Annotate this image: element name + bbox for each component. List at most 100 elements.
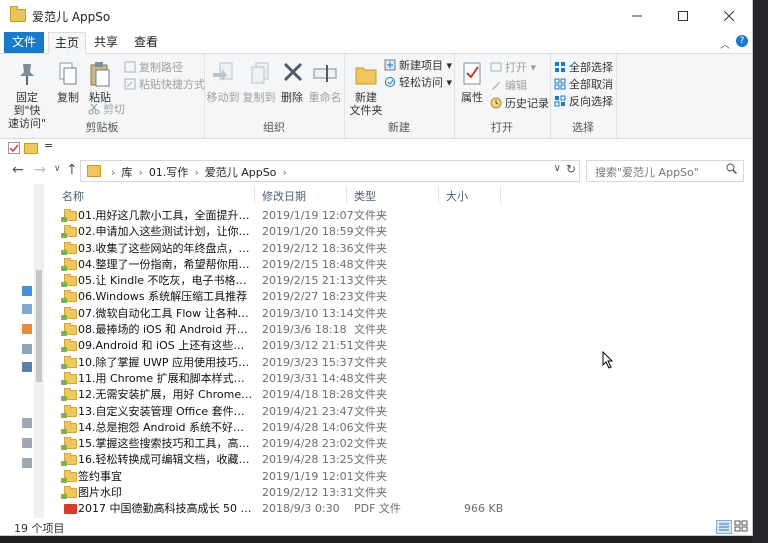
qat-dropdown[interactable]: =: [44, 139, 53, 152]
new-item-button[interactable]: 新建项目 ▾: [384, 58, 452, 74]
rename-button[interactable]: 重命名: [308, 60, 342, 104]
history-button[interactable]: 历史记录: [490, 96, 549, 112]
desktop-nav-icon[interactable]: [22, 286, 32, 296]
help-icon[interactable]: ?: [736, 35, 748, 47]
file-name: 10.除了掌握 UWP 应用使用技巧，还有...: [78, 355, 254, 369]
open-icon: [490, 61, 502, 73]
tab-share[interactable]: 共享: [88, 32, 124, 53]
file-row[interactable]: 12.无需安装扩展，用好 Chrome 自带截... 2019/4/18 18:2…: [56, 387, 752, 403]
maximize-button[interactable]: [660, 0, 706, 32]
column-divider[interactable]: [346, 186, 347, 204]
file-name: 02.申请加入这些测试计划，让你提前享...: [78, 225, 254, 239]
breadcrumb-item[interactable]: 爱范儿 AppSo: [205, 166, 277, 179]
pictures-nav-icon[interactable]: [22, 344, 32, 354]
edit-button[interactable]: 编辑: [490, 78, 527, 94]
drive-nav-icon[interactable]: [22, 458, 32, 468]
new-folder-small-icon[interactable]: [24, 143, 38, 154]
file-date: 2019/3/12 21:51: [262, 339, 354, 353]
forward-arrow-icon[interactable]: →: [34, 162, 46, 178]
search-box[interactable]: 搜索"爱范儿 AppSo": [586, 160, 744, 182]
select-none-button[interactable]: 全部取消: [554, 77, 613, 93]
drive-nav-icon[interactable]: [22, 418, 32, 428]
paste-shortcut-button[interactable]: 粘贴快捷方式: [124, 77, 205, 93]
file-row[interactable]: 2017 中国德勤高科技高成长 50 强报告... 2018/9/3 0:30 PD…: [56, 501, 752, 517]
file-row[interactable]: 08.最捧场的 iOS 和 Android 开发者，... 2019/3/6 18…: [56, 322, 752, 338]
music-nav-icon[interactable]: [22, 324, 32, 334]
file-row[interactable]: 16.轻松转换成可编辑文档，收藏这四款... 2019/4/28 13:25文件夹: [56, 452, 752, 468]
column-size[interactable]: 大小: [446, 188, 468, 204]
file-row[interactable]: 06.Windows 系统解压缩工具推荐 2019/2/27 18:23 文件夹: [56, 289, 752, 305]
file-row[interactable]: 14.总是抱怨 Android 系统不好用? 尝试... 2019/4/28 14…: [56, 420, 752, 436]
file-row[interactable]: 07.微软自动化工具 Flow 让各种工作流... 2019/3/10 13:14…: [56, 306, 752, 322]
minimize-button[interactable]: [614, 0, 660, 32]
group-label-organize: 组织: [263, 121, 285, 134]
title-bar[interactable]: 爱范儿 AppSo: [0, 0, 752, 32]
invert-selection-button[interactable]: 反向选择: [554, 94, 613, 110]
videos-nav-icon[interactable]: [22, 362, 32, 372]
tab-file[interactable]: 文件: [4, 32, 44, 53]
file-row[interactable]: 11.用 Chrome 扩展和脚本样式改进 bili... 2019/3/31 1…: [56, 371, 752, 387]
file-row[interactable]: 02.申请加入这些测试计划，让你提前享... 2019/1/20 18:59文件夹: [56, 224, 752, 240]
address-bar[interactable]: › 库 › 01.写作 › 爱范儿 AppSo › ∨ ↻: [80, 160, 580, 182]
breadcrumb-item[interactable]: 01.写作: [149, 166, 189, 179]
move-to-button[interactable]: 移动到: [206, 60, 240, 104]
refresh-icon[interactable]: ↻: [566, 162, 576, 176]
recent-locations-icon[interactable]: ∨: [54, 164, 61, 174]
folder-icon: [61, 209, 77, 222]
back-arrow-icon[interactable]: ←: [12, 162, 24, 178]
copy-to-button[interactable]: 复制到: [242, 60, 276, 104]
file-type: 文件夹: [354, 339, 387, 353]
tab-home[interactable]: 主页: [48, 32, 86, 55]
file-row[interactable]: 05.让 Kindle 不吃灰，电子书格式转换工... 2019/2/15 21:…: [56, 273, 752, 289]
ribbon-collapse-icon[interactable]: ︿: [720, 36, 730, 51]
file-row[interactable]: 15.掌握这些搜索技巧和工具，高效省时... 2019/4/28 23:02文件夹: [56, 436, 752, 452]
file-date: 2019/3/23 15:37: [262, 355, 354, 369]
downloads-nav-icon[interactable]: [22, 304, 32, 314]
close-button[interactable]: [706, 0, 752, 32]
address-dropdown-icon[interactable]: ∨: [554, 163, 561, 174]
column-name[interactable]: 名称: [62, 188, 84, 204]
column-divider[interactable]: [438, 186, 439, 204]
invert-selection-icon: [554, 95, 566, 107]
paste-button[interactable]: 粘贴: [86, 60, 114, 104]
properties-icon: [459, 60, 485, 88]
delete-button[interactable]: 删除: [280, 60, 304, 104]
sync-status-icon: [61, 217, 67, 222]
file-date: 2019/1/19 12:01: [262, 469, 354, 483]
sync-status-icon: [61, 298, 67, 304]
file-row[interactable]: 03.收集了这些网站的年终盘点，帮你做... 2019/2/12 18:36文件夹: [56, 241, 752, 257]
folder-icon: [61, 241, 77, 255]
column-date[interactable]: 修改日期: [262, 188, 306, 204]
file-row[interactable]: 04.整理了一份指南，希望帮你用实惠价... 2019/2/15 18:48文件夹: [56, 257, 752, 273]
file-row[interactable]: 13.自定义安装管理 Office 套件，一款小... 2019/4/21 23:…: [56, 404, 752, 420]
tab-view[interactable]: 查看: [128, 32, 164, 53]
file-name: 07.微软自动化工具 Flow 让各种工作流...: [78, 306, 254, 320]
easy-access-button[interactable]: 轻松访问 ▾: [384, 75, 452, 91]
details-view-icon[interactable]: [716, 520, 732, 534]
file-row[interactable]: 签约事宜 2019/1/19 12:01 文件夹: [56, 469, 752, 485]
nav-scrollbar-thumb[interactable]: [36, 270, 42, 382]
breadcrumb-item[interactable]: 库: [121, 166, 132, 179]
column-divider[interactable]: [500, 186, 501, 204]
copy-path-button[interactable]: 复制路径: [124, 60, 183, 76]
minimize-icon: [632, 15, 642, 17]
up-arrow-icon[interactable]: ↑: [66, 162, 78, 178]
column-type[interactable]: 类型: [354, 188, 376, 204]
file-date: 2019/1/19 12:07: [262, 209, 354, 222]
column-divider[interactable]: [254, 186, 255, 204]
open-button[interactable]: 打开 ▾: [490, 60, 536, 76]
sync-status-icon: [61, 412, 67, 418]
copy-button[interactable]: 复制: [54, 60, 82, 104]
file-row[interactable]: 图片水印 2019/2/12 13:31 文件夹: [56, 485, 752, 501]
file-row[interactable]: 09.Android 和 iOS 上还有这些实用键盘 2019/3/12 21:5…: [56, 338, 752, 354]
large-icons-view-icon[interactable]: [734, 520, 748, 532]
drive-nav-icon[interactable]: [22, 438, 32, 448]
close-icon: [724, 11, 734, 21]
cut-button[interactable]: 剪切: [88, 102, 125, 118]
select-all-button[interactable]: 全部选择: [554, 60, 613, 76]
file-row[interactable]: 10.除了掌握 UWP 应用使用技巧，还有... 2019/3/23 15:37文…: [56, 355, 752, 371]
properties-check-icon[interactable]: [8, 142, 20, 154]
new-folder-button[interactable]: 新建 文件夹: [348, 60, 384, 117]
properties-button[interactable]: 属性: [456, 60, 488, 104]
file-row[interactable]: 01.用好这几款小工具，全面提升刷微博... 2019/1/19 12:07文件夹: [56, 208, 752, 224]
